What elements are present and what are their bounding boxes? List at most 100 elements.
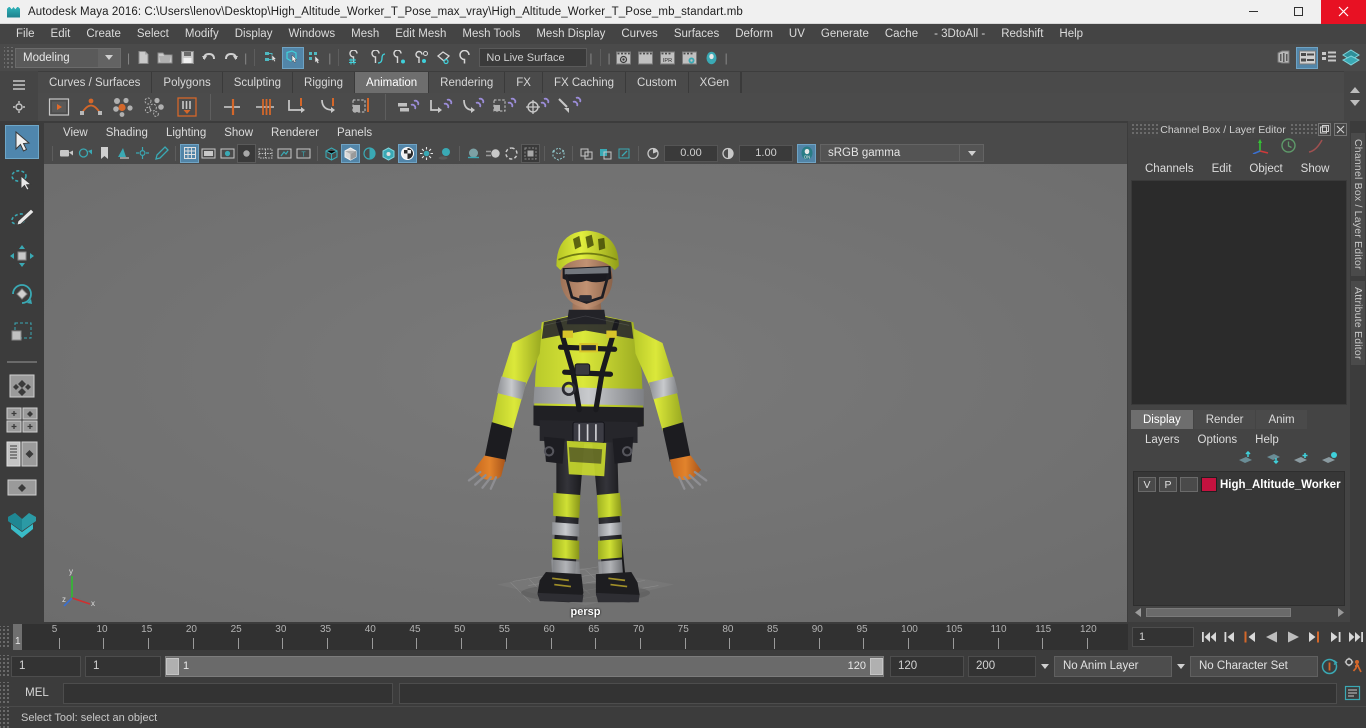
isolate-select-icon[interactable] — [521, 144, 540, 163]
use-default-lighting-icon[interactable] — [417, 144, 436, 163]
channel-box-attribute-list[interactable] — [1131, 180, 1347, 405]
menu-edit[interactable]: Edit — [43, 24, 79, 44]
lasso-select-tool[interactable] — [5, 163, 39, 197]
two-d-pan-zoom-icon[interactable] — [133, 144, 152, 163]
layer-shading-toggle[interactable] — [1180, 477, 1198, 492]
layer-menu-help[interactable]: Help — [1246, 434, 1288, 446]
go-to-end-button[interactable] — [1345, 626, 1366, 648]
snap-to-view-plane-icon[interactable] — [432, 47, 454, 69]
shelf-tab-custom[interactable]: Custom — [626, 72, 689, 93]
time-slider-grip[interactable] — [0, 626, 9, 648]
point-constraint-icon[interactable] — [251, 93, 281, 121]
shelf-scroll-down-icon[interactable] — [1350, 100, 1360, 106]
color-management-toggle[interactable]: ON — [797, 144, 816, 163]
menu-mesh-display[interactable]: Mesh Display — [528, 24, 613, 44]
layer-list-scrollbar[interactable] — [1133, 606, 1345, 619]
multisample-aa-icon[interactable] — [502, 144, 521, 163]
viewport-menu-view[interactable]: View — [54, 127, 97, 139]
current-frame-field[interactable]: 1 — [1132, 627, 1194, 647]
ipr-render-icon[interactable]: IPR — [657, 47, 679, 69]
channel-clock-icon[interactable] — [1280, 137, 1297, 159]
menu-uv[interactable]: UV — [781, 24, 813, 44]
status-line-grip[interactable] — [4, 47, 13, 69]
toggle-channel-box-icon[interactable] — [1318, 47, 1340, 69]
hardware-texturing-icon[interactable] — [379, 144, 398, 163]
new-scene-icon[interactable] — [132, 47, 154, 69]
viewport-snapshot-icon[interactable] — [615, 144, 634, 163]
range-end-handle[interactable] — [870, 658, 883, 675]
toggle-tool-settings-icon[interactable] — [1296, 47, 1318, 69]
image-plane-icon[interactable] — [114, 144, 133, 163]
exposure-value-field[interactable]: 0.00 — [664, 145, 718, 162]
shelf-tab-rigging[interactable]: Rigging — [293, 72, 355, 93]
command-line-grip[interactable] — [0, 682, 9, 704]
scroll-right-icon[interactable] — [1334, 607, 1345, 618]
command-input[interactable] — [63, 683, 393, 704]
viewport-canvas[interactable]: y z x persp — [44, 164, 1127, 622]
animation-preferences-icon[interactable] — [1342, 654, 1366, 678]
layer-color-swatch[interactable] — [1201, 477, 1217, 492]
viewport-menu-shading[interactable]: Shading — [97, 127, 157, 139]
chevron-down-icon[interactable] — [1036, 656, 1054, 677]
menu-mesh-tools[interactable]: Mesh Tools — [454, 24, 528, 44]
channel-menu-show[interactable]: Show — [1292, 163, 1339, 175]
channel-menu-object[interactable]: Object — [1240, 163, 1291, 175]
set-driven-key-icon[interactable] — [140, 93, 170, 121]
vertical-tab-attribute-editor[interactable]: Attribute Editor — [1351, 281, 1365, 366]
menu-mesh[interactable]: Mesh — [343, 24, 387, 44]
axis-orientation-icon[interactable] — [1251, 138, 1270, 159]
snap-to-curve-icon[interactable] — [366, 47, 388, 69]
menu-edit-mesh[interactable]: Edit Mesh — [387, 24, 454, 44]
layer-tab-render[interactable]: Render — [1194, 410, 1256, 429]
hypershade-icon[interactable] — [701, 47, 723, 69]
menu-select[interactable]: Select — [129, 24, 177, 44]
layer-name[interactable]: High_Altitude_Worker — [1220, 479, 1341, 491]
parent-constraint-icon[interactable] — [219, 93, 249, 121]
playblast-icon[interactable] — [44, 93, 74, 121]
vertical-tab-channel-box[interactable]: Channel Box / Layer Editor — [1351, 133, 1365, 276]
step-forward-key-button[interactable] — [1303, 626, 1324, 648]
shadows-icon[interactable] — [436, 144, 455, 163]
xray-display-icon[interactable] — [549, 144, 568, 163]
menu-set-selector[interactable]: Modeling — [15, 48, 121, 68]
close-panel-icon[interactable] — [1334, 123, 1347, 136]
shelf-scroll-up-icon[interactable] — [1350, 87, 1360, 93]
gate-mask-icon[interactable] — [237, 144, 256, 163]
lattice-deform-icon[interactable] — [490, 93, 520, 121]
select-by-object-icon[interactable] — [282, 47, 304, 69]
select-camera-icon[interactable] — [57, 144, 76, 163]
menu-deform[interactable]: Deform — [727, 24, 781, 44]
paint-select-tool[interactable] — [5, 201, 39, 235]
maximize-button[interactable] — [1276, 0, 1321, 24]
make-live-icon[interactable] — [454, 47, 476, 69]
select-by-hierarchy-icon[interactable] — [260, 47, 282, 69]
menu-modify[interactable]: Modify — [177, 24, 227, 44]
save-scene-icon[interactable] — [176, 47, 198, 69]
channel-menu-edit[interactable]: Edit — [1203, 163, 1241, 175]
camera-attributes-icon[interactable] — [76, 144, 95, 163]
close-button[interactable] — [1321, 0, 1366, 24]
layer-tab-display[interactable]: Display — [1131, 410, 1193, 429]
menu-redshift[interactable]: Redshift — [993, 24, 1051, 44]
menu-windows[interactable]: Windows — [280, 24, 343, 44]
menu-3dtoall[interactable]: - 3DtoAll - — [926, 24, 993, 44]
script-editor-icon[interactable] — [1341, 682, 1363, 704]
step-back-frame-button[interactable] — [1219, 626, 1240, 648]
motion-blur-icon[interactable] — [483, 144, 502, 163]
bake-animation-icon[interactable] — [172, 93, 202, 121]
snap-to-grid-icon[interactable] — [344, 47, 366, 69]
viewport-menu-panels[interactable]: Panels — [328, 127, 381, 139]
render-sequence-icon[interactable] — [635, 47, 657, 69]
grid-display-icon[interactable] — [180, 144, 199, 163]
set-breakdown-key-icon[interactable] — [108, 93, 138, 121]
render-current-frame-icon[interactable] — [613, 47, 635, 69]
menu-help[interactable]: Help — [1051, 24, 1091, 44]
play-forwards-button[interactable] — [1282, 626, 1303, 648]
move-layer-up-icon[interactable] — [1237, 451, 1254, 470]
menu-display[interactable]: Display — [227, 24, 281, 44]
live-surface-field[interactable]: No Live Surface — [479, 48, 587, 67]
film-gate-icon[interactable] — [199, 144, 218, 163]
chevron-down-icon[interactable] — [1172, 656, 1190, 677]
safe-title-icon[interactable]: T — [294, 144, 313, 163]
menu-generate[interactable]: Generate — [813, 24, 877, 44]
